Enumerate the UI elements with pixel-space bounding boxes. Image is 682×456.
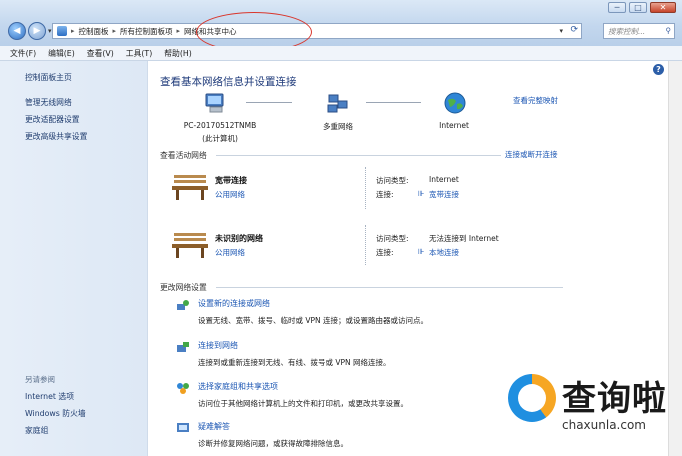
see-also-homegroup[interactable]: 家庭组	[25, 425, 48, 436]
signal-icon: ⊪	[418, 247, 425, 256]
menu-help[interactable]: 帮助(H)	[164, 48, 192, 59]
search-icon[interactable]: ⚲	[666, 26, 672, 35]
divider	[365, 225, 366, 265]
menu-bar: 文件(F) 编辑(E) 查看(V) 工具(T) 帮助(H)	[0, 46, 682, 61]
chevron-down-icon[interactable]: ▾	[559, 27, 563, 35]
close-button[interactable]: ✕	[650, 2, 676, 13]
computer-icon	[205, 93, 224, 113]
network-name: 宽带连接	[215, 176, 247, 185]
bench-icon	[172, 233, 208, 258]
menu-tools[interactable]: 工具(T)	[126, 48, 152, 59]
connect-network-icon	[177, 342, 189, 352]
network-name: 未识别的网络	[215, 234, 263, 243]
task-description: 连接到或重新连接到无线、有线、拨号或 VPN 网络连接。	[198, 358, 391, 367]
task-item: 选择家庭组和共享选项 访问位于其他网络计算机上的文件和打印机，或更改共享设置。	[198, 381, 408, 409]
window-controls: ─ □ ✕	[608, 2, 676, 13]
active-networks-title: 查看活动网络	[160, 151, 207, 160]
control-panel-icon	[57, 26, 67, 36]
breadcrumb-control-panel[interactable]: 控制面板	[79, 26, 109, 37]
task-homegroup-link[interactable]: 选择家庭组和共享选项	[198, 381, 408, 392]
node-computer-label: PC-20170512TNMB	[183, 121, 257, 130]
address-bar-area: ─ □ ✕ ◀ ▶ ▾ ▸ 控制面板 ▸ 所有控制面板项 ▸ 网络和共享中心 ▾…	[0, 0, 682, 52]
connection-link[interactable]: 本地连接	[429, 247, 459, 258]
see-also-internet-options[interactable]: Internet 选项	[25, 391, 74, 402]
connection-label: 连接:	[376, 190, 394, 199]
connection-label: 连接:	[376, 248, 394, 257]
multiple-networks-icon	[327, 94, 348, 113]
watermark-logo: 查询啦 chaxunla.com	[508, 371, 668, 443]
task-item: 疑难解答 诊断并修复网络问题，或获得故障排除信息。	[198, 421, 348, 449]
nav-buttons: ◀ ▶ ▾	[8, 22, 56, 40]
breadcrumb-all-items[interactable]: 所有控制面板项	[120, 26, 173, 37]
maximize-button[interactable]: □	[629, 2, 647, 13]
connection-line	[366, 102, 421, 103]
search-placeholder: 搜索控制...	[608, 27, 646, 36]
task-connect-network-link[interactable]: 连接到网络	[198, 340, 391, 351]
address-field[interactable]: ▸ 控制面板 ▸ 所有控制面板项 ▸ 网络和共享中心 ▾ ⟳	[52, 23, 582, 39]
see-also-title: 另请参阅	[25, 375, 55, 384]
sidebar-item-home[interactable]: 控制面板主页	[25, 72, 72, 83]
access-type-value: Internet	[429, 175, 459, 184]
back-button[interactable]: ◀	[8, 22, 26, 40]
network-sharing-center-window: ─ □ ✕ ◀ ▶ ▾ ▸ 控制面板 ▸ 所有控制面板项 ▸ 网络和共享中心 ▾…	[0, 0, 682, 456]
task-item: 连接到网络 连接到或重新连接到无线、有线、拨号或 VPN 网络连接。	[198, 340, 391, 368]
see-also-firewall[interactable]: Windows 防火墙	[25, 408, 86, 419]
help-icon[interactable]: ?	[653, 64, 664, 75]
sidebar-item-wireless[interactable]: 管理无线网络	[25, 97, 72, 108]
network-type-link[interactable]: 公用网络	[215, 189, 245, 200]
connection-link[interactable]: 宽带连接	[429, 189, 459, 200]
signal-icon: ⊪	[418, 189, 425, 198]
sidebar: 控制面板主页 管理无线网络 更改适配器设置 更改高级共享设置 另请参阅 Inte…	[0, 61, 148, 456]
homegroup-icon	[177, 383, 189, 394]
access-type-label: 访问类型:	[376, 234, 409, 243]
divider	[216, 287, 563, 288]
node-computer-sublabel: (此计算机)	[202, 134, 238, 143]
page-title: 查看基本网络信息并设置连接	[160, 76, 297, 88]
menu-edit[interactable]: 编辑(E)	[48, 48, 75, 59]
refresh-icon[interactable]: ⟳	[570, 25, 578, 35]
task-troubleshoot-link[interactable]: 疑难解答	[198, 421, 348, 432]
task-setup-connection-link[interactable]: 设置新的连接或网络	[198, 298, 428, 309]
vertical-scrollbar[interactable]	[668, 61, 682, 456]
divider	[216, 155, 501, 156]
change-settings-title: 更改网络设置	[160, 283, 207, 292]
logo-icon	[508, 374, 556, 422]
connect-disconnect-link[interactable]: 连接或断开连接	[505, 149, 558, 160]
full-map-link[interactable]: 查看完整映射	[513, 95, 558, 106]
globe-icon	[444, 92, 466, 114]
menu-view[interactable]: 查看(V)	[87, 48, 114, 59]
sidebar-item-sharing[interactable]: 更改高级共享设置	[25, 131, 87, 142]
chevron-right-icon[interactable]: ▸	[177, 27, 181, 35]
access-type-value: 无法连接到 Internet	[429, 234, 499, 243]
network-type-link[interactable]: 公用网络	[215, 247, 245, 258]
watermark-brand: 查询啦	[562, 379, 667, 419]
sidebar-item-adapter[interactable]: 更改适配器设置	[25, 114, 80, 125]
chevron-right-icon[interactable]: ▸	[113, 27, 117, 35]
chevron-right-icon[interactable]: ▸	[71, 27, 75, 35]
connection-line	[246, 102, 292, 103]
node-multiple-label[interactable]: 多重网络	[308, 121, 368, 132]
task-description: 访问位于其他网络计算机上的文件和打印机，或更改共享设置。	[198, 399, 408, 408]
new-connection-icon	[177, 300, 189, 310]
troubleshoot-icon	[177, 423, 189, 432]
search-input[interactable]: 搜索控制... ⚲	[603, 23, 675, 39]
forward-button[interactable]: ▶	[28, 22, 46, 40]
bench-icon	[172, 175, 208, 200]
divider	[365, 167, 366, 209]
watermark-url: chaxunla.com	[562, 418, 646, 432]
access-type-label: 访问类型:	[376, 176, 409, 185]
minimize-button[interactable]: ─	[608, 2, 626, 13]
menu-file[interactable]: 文件(F)	[10, 48, 36, 59]
task-item: 设置新的连接或网络 设置无线、宽带、拨号、临时或 VPN 连接；或设置路由器或访…	[198, 298, 428, 326]
node-internet-label[interactable]: Internet	[424, 121, 484, 130]
task-description: 设置无线、宽带、拨号、临时或 VPN 连接；或设置路由器或访问点。	[198, 316, 429, 325]
task-description: 诊断并修复网络问题，或获得故障排除信息。	[198, 439, 348, 448]
